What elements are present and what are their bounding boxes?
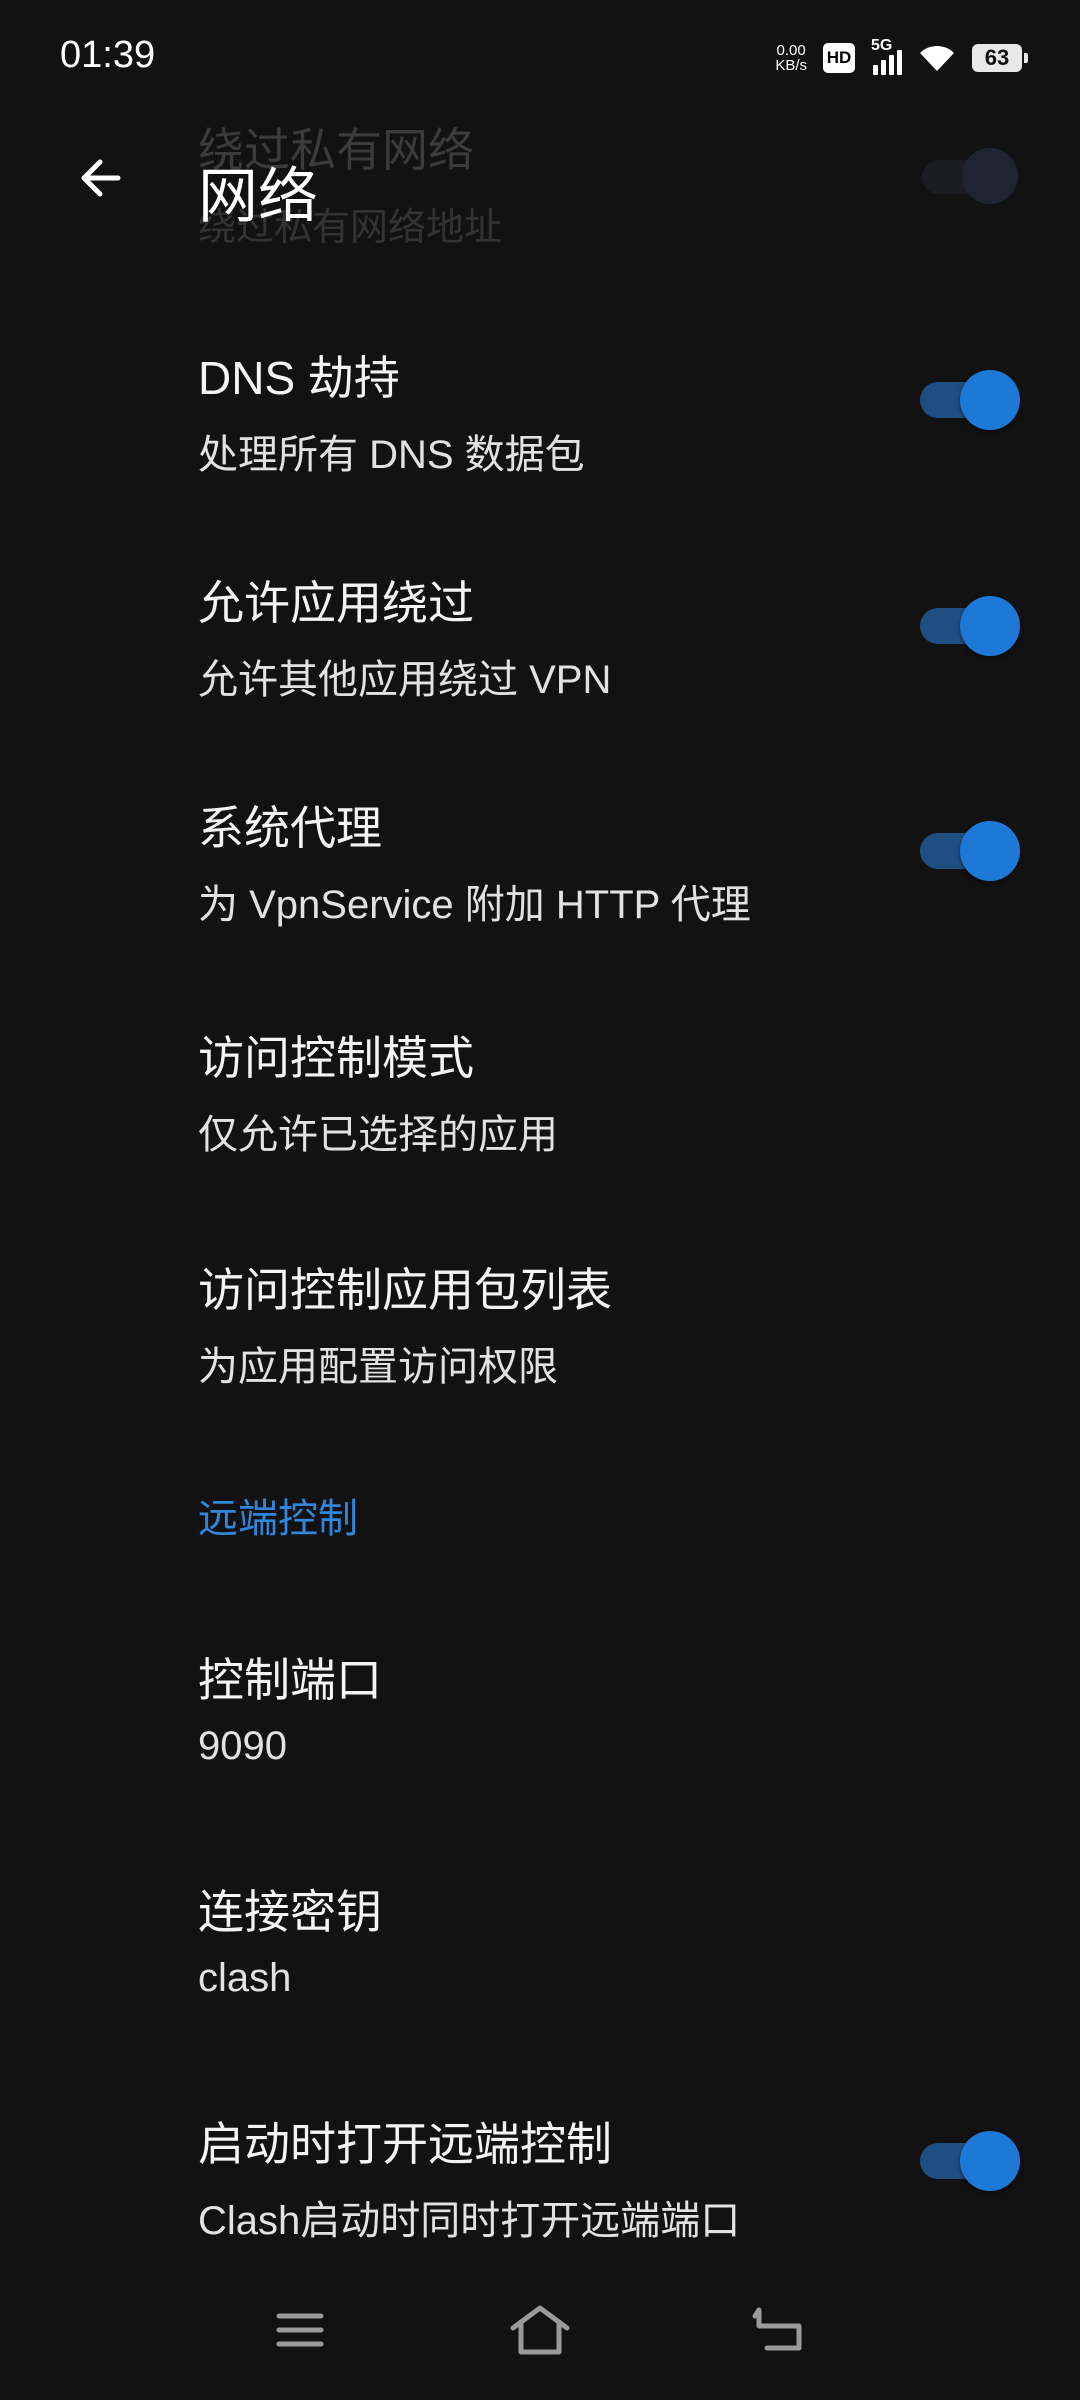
setting-title: DNS 劫持 (198, 352, 400, 404)
setting-subtitle: Clash启动时同时打开远端端口 (198, 2199, 741, 2243)
setting-title: 连接密钥 (198, 1886, 382, 1938)
setting-title: 系统代理 (198, 802, 382, 854)
setting-subtitle: 为 VpnService 附加 HTTP 代理 (198, 883, 751, 927)
battery-icon: 63 (972, 44, 1028, 72)
setting-subtitle: 允许其他应用绕过 VPN (198, 658, 612, 702)
net-speed-unit: KB/s (775, 57, 807, 74)
setting-subtitle: 仅允许已选择的应用 (198, 1113, 558, 1157)
section-header-remote-control: 远端控制 (198, 1497, 358, 1541)
setting-title: 控制端口 (198, 1654, 382, 1706)
setting-control-port[interactable]: 控制端口 9090 (0, 1632, 1080, 1802)
system-proxy-toggle[interactable] (920, 821, 1020, 881)
setting-title: 启动时打开远端控制 (198, 2118, 612, 2170)
setting-allow-bypass[interactable]: 允许应用绕过 允许其他应用绕过 VPN (0, 555, 1080, 725)
faded-toggle (922, 148, 1018, 204)
setting-title: 允许应用绕过 (198, 577, 474, 629)
hd-icon: HD (823, 43, 855, 73)
cellular-signal-icon: 5G (871, 37, 902, 75)
setting-title: 访问控制应用包列表 (198, 1264, 612, 1316)
setting-open-remote-on-start[interactable]: 启动时打开远端控制 Clash启动时同时打开远端端口 (0, 2096, 1080, 2266)
status-icons: 0.00 KB/s HD 5G 63 (775, 36, 1028, 80)
status-time: 01:39 (60, 34, 156, 76)
allow-bypass-toggle[interactable] (920, 596, 1020, 656)
setting-subtitle: 为应用配置访问权限 (198, 1345, 558, 1389)
setting-subtitle: 处理所有 DNS 数据包 (198, 433, 585, 477)
net-speed: 0.00 KB/s (775, 43, 807, 73)
back-icon[interactable] (745, 2300, 815, 2360)
setting-value: 9090 (198, 1724, 287, 1768)
toggle-thumb (960, 596, 1020, 656)
network-type: 5G (871, 37, 893, 54)
setting-dns-hijack[interactable]: DNS 劫持 处理所有 DNS 数据包 (0, 330, 1080, 500)
open-remote-on-start-toggle[interactable] (920, 2131, 1020, 2191)
setting-secret[interactable]: 连接密钥 clash (0, 1864, 1080, 2034)
net-speed-value: 0.00 (776, 42, 806, 59)
setting-title: 访问控制模式 (198, 1032, 474, 1084)
page-title: 网络 (198, 163, 318, 230)
setting-system-proxy[interactable]: 系统代理 为 VpnService 附加 HTTP 代理 (0, 780, 1080, 950)
setting-value: clash (198, 1956, 292, 2000)
setting-access-control-packages[interactable]: 访问控制应用包列表 为应用配置访问权限 (0, 1242, 1080, 1412)
toggle-thumb (960, 370, 1020, 430)
dns-hijack-toggle[interactable] (920, 370, 1020, 430)
arrow-left-icon[interactable] (74, 150, 130, 206)
toggle-thumb (960, 2131, 1020, 2191)
wifi-icon (920, 45, 954, 71)
battery-level: 63 (984, 45, 1010, 70)
toggle-thumb (960, 821, 1020, 881)
home-icon[interactable] (505, 2300, 575, 2360)
menu-icon[interactable] (265, 2300, 335, 2360)
setting-access-control-mode[interactable]: 访问控制模式 仅允许已选择的应用 (0, 1010, 1080, 1180)
